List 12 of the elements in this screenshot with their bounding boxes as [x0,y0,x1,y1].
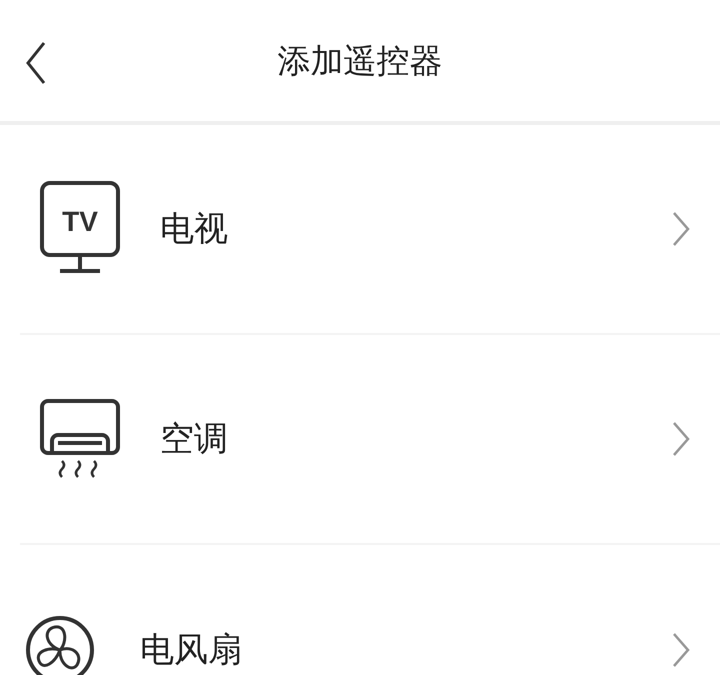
device-label: 电风扇 [140,628,243,672]
chevron-icon [672,632,690,668]
fan-icon [25,615,95,675]
device-row[interactable]: TV 电视 [20,125,720,335]
device-label: 电视 [160,208,229,250]
device-label: 空调 [160,418,229,460]
chevron-icon [672,211,690,247]
device-row[interactable]: 空调 [20,335,720,545]
page-title: 添加遥控器 [278,40,442,82]
air-conditioner-icon [40,399,120,479]
chevron-icon [672,421,690,457]
device-row[interactable]: 电风扇 [0,545,720,675]
